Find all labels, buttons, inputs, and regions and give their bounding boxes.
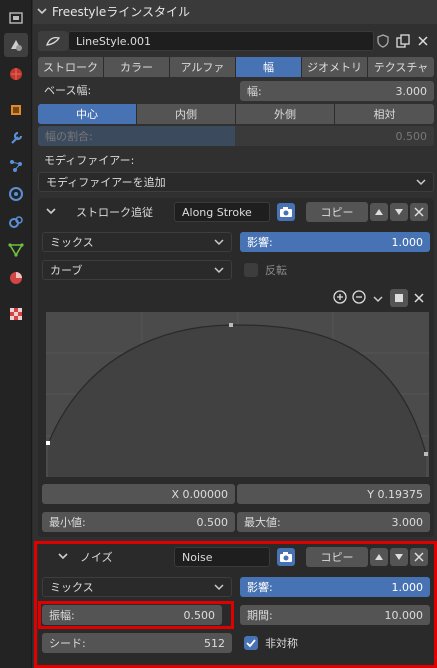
move-down-icon[interactable] xyxy=(390,203,408,221)
panel-title: Freestyleラインスタイル xyxy=(52,5,191,19)
period-field[interactable]: 期間: 10.000 xyxy=(240,605,430,625)
align-relative-button[interactable]: 相対 xyxy=(335,104,434,124)
amplitude-field[interactable]: 振幅: 0.500 xyxy=(42,605,222,625)
modifier-collapse-chevron-icon[interactable] xyxy=(46,206,56,219)
noise-visibility-camera-icon[interactable] xyxy=(277,548,295,566)
tab-texture[interactable]: テクスチャ xyxy=(368,57,434,77)
add-modifier-dropdown[interactable]: モディファイアーを追加 xyxy=(38,172,434,192)
noise-copy-button[interactable]: コピー xyxy=(306,547,368,567)
blend-mode-dropdown[interactable]: ミックス xyxy=(42,232,232,252)
max-value-field[interactable]: 最大値: 3.000 xyxy=(237,512,430,532)
tool-tab-icon[interactable] xyxy=(4,6,28,30)
tab-alpha[interactable]: アルファ xyxy=(170,57,236,77)
invert-label: 反転 xyxy=(265,264,287,277)
linestyle-name-field[interactable]: LineStyle.001 xyxy=(68,31,374,51)
curve-options-chevron-icon[interactable] xyxy=(373,293,383,306)
material-tab-icon[interactable] xyxy=(4,266,28,290)
asymmetric-checkbox[interactable] xyxy=(244,636,258,650)
tab-geometry[interactable]: ジオメトリ xyxy=(302,57,368,77)
asymmetric-label: 非対称 xyxy=(265,637,298,650)
constraints-tab-icon[interactable] xyxy=(4,210,28,234)
particles-tab-icon[interactable] xyxy=(4,154,28,178)
influence-slider[interactable]: 影響: 1.000 xyxy=(240,232,430,252)
align-center-button[interactable]: 中心 xyxy=(38,104,137,124)
tab-thickness[interactable]: 幅 xyxy=(236,57,302,77)
zoom-in-icon[interactable] xyxy=(333,290,347,307)
fake-user-shield-icon[interactable] xyxy=(374,32,392,50)
modifiers-label: モディファイアー: xyxy=(44,154,135,167)
object-tab-icon[interactable] xyxy=(4,98,28,122)
chevron-down-icon xyxy=(214,239,224,246)
curve-point-end[interactable] xyxy=(424,452,428,456)
world-tab-icon[interactable] xyxy=(4,62,28,86)
curve-reset-close-icon[interactable] xyxy=(410,289,428,307)
base-width-label: ベース幅: xyxy=(44,84,92,97)
curve-point-x-field[interactable]: X 0.00000 xyxy=(42,484,235,504)
invert-checkbox[interactable] xyxy=(244,263,258,277)
remove-modifier-close-icon[interactable] xyxy=(410,203,428,221)
chevron-down-icon xyxy=(214,267,224,274)
noise-influence-slider[interactable]: 影響: 1.000 xyxy=(240,577,430,597)
align-outside-button[interactable]: 外側 xyxy=(236,104,335,124)
noise-move-up-icon[interactable] xyxy=(370,548,388,566)
move-up-icon[interactable] xyxy=(370,203,388,221)
tab-stroke[interactable]: ストローク xyxy=(38,57,104,77)
collapse-chevron-icon[interactable] xyxy=(37,6,47,19)
noise-blend-dropdown[interactable]: ミックス xyxy=(42,577,232,597)
base-thickness-field[interactable]: 幅: 3.000 xyxy=(240,81,434,101)
texture-tab-icon[interactable] xyxy=(4,302,28,326)
tab-color[interactable]: カラー xyxy=(104,57,170,77)
curve-handle-type-icon[interactable] xyxy=(390,289,408,307)
zoom-out-icon[interactable] xyxy=(352,290,366,307)
checkmark-icon xyxy=(246,639,256,648)
duplicate-icon[interactable] xyxy=(394,32,412,50)
modifier-visibility-camera-icon[interactable] xyxy=(277,203,295,221)
chevron-down-icon xyxy=(214,584,224,591)
noise-collapse-chevron-icon[interactable] xyxy=(58,551,68,564)
curve-point-y-field[interactable]: Y 0.19375 xyxy=(237,484,430,504)
noise-remove-close-icon[interactable] xyxy=(410,548,428,566)
curve-graph xyxy=(46,312,429,477)
properties-tab-bar xyxy=(0,0,32,668)
mapping-dropdown[interactable]: カーブ xyxy=(42,260,232,280)
noise-move-down-icon[interactable] xyxy=(390,548,408,566)
brush-icon xyxy=(46,37,61,46)
unlink-close-icon[interactable] xyxy=(414,32,432,50)
modifier-wrench-icon[interactable] xyxy=(4,126,28,150)
align-inside-button[interactable]: 内側 xyxy=(137,104,236,124)
curve-point-start[interactable] xyxy=(46,441,50,445)
noise-name-field[interactable]: Noise xyxy=(174,547,270,567)
modifier-name-field[interactable]: Along Stroke xyxy=(174,202,270,222)
chevron-down-icon xyxy=(416,179,426,186)
modifier-copy-button[interactable]: コピー xyxy=(306,202,368,222)
linestyle-browse-dropdown[interactable] xyxy=(38,31,68,51)
thickness-ratio-slider[interactable]: 幅の割合: 0.500 xyxy=(38,126,434,146)
min-value-field[interactable]: 最小値: 0.500 xyxy=(42,512,235,532)
modifier-type-label: ストローク追従 xyxy=(76,206,153,219)
data-tab-icon[interactable] xyxy=(4,238,28,262)
physics-tab-icon[interactable] xyxy=(4,182,28,206)
curve-point-mid[interactable] xyxy=(229,323,233,327)
curve-mapping-widget[interactable] xyxy=(46,312,429,477)
noise-type-label: ノイズ xyxy=(80,551,113,564)
render-tab-icon[interactable] xyxy=(4,33,28,57)
seed-field[interactable]: シード: 512 xyxy=(42,633,232,653)
